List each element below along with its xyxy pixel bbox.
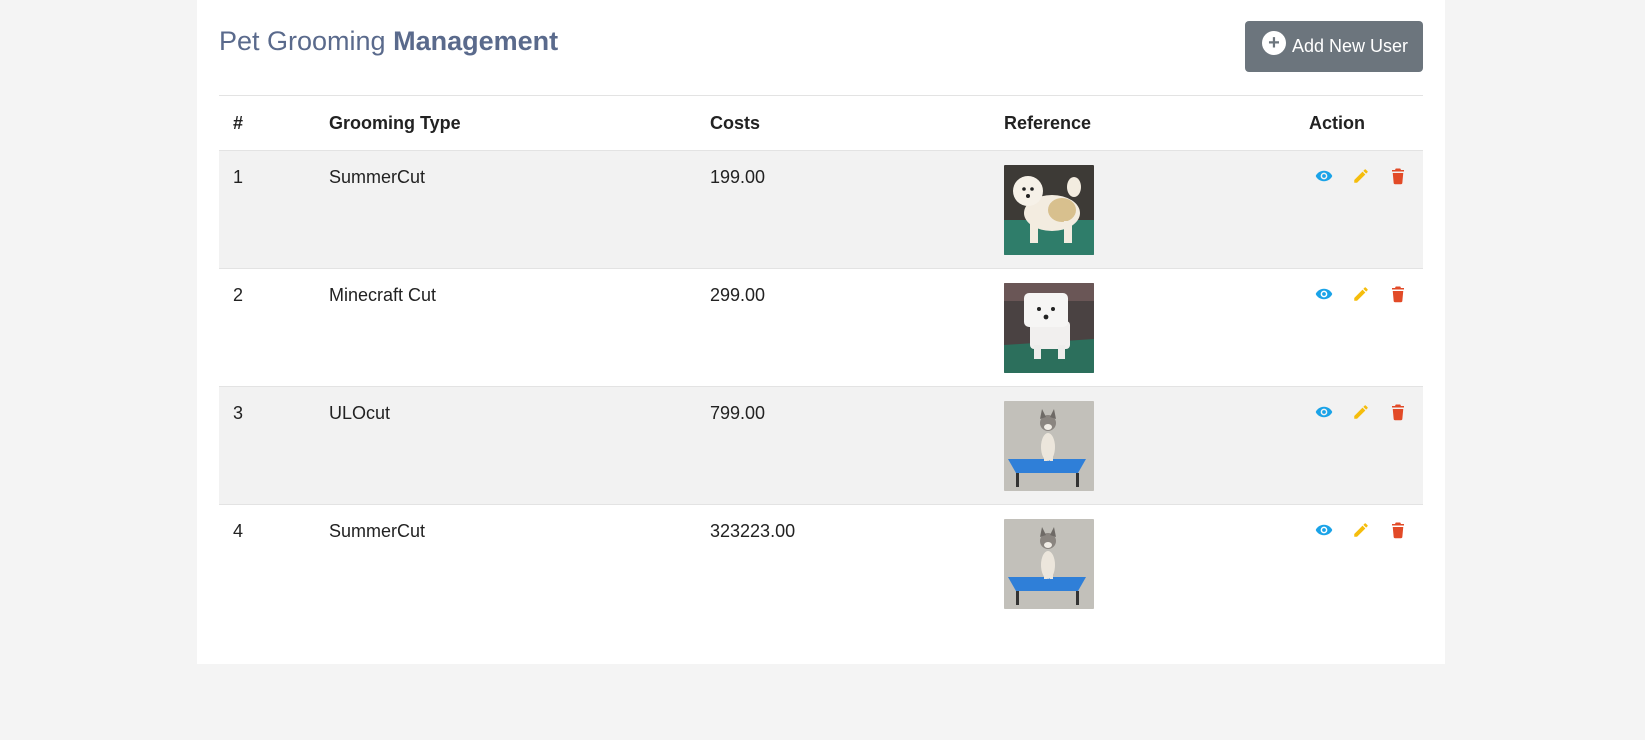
action-cell	[1295, 150, 1423, 269]
add-new-user-button[interactable]: + Add New User	[1244, 21, 1423, 72]
reference-cell	[990, 268, 1295, 387]
row-number: 1	[219, 150, 315, 269]
pencil-icon[interactable]	[1352, 521, 1370, 539]
action-cell	[1295, 268, 1423, 387]
main-card: Pet Grooming Management + Add New User #…	[197, 0, 1445, 664]
title-strong: Management	[393, 26, 559, 56]
trash-icon[interactable]	[1389, 521, 1407, 539]
table-row: 1 SummerCut 199.00	[219, 150, 1423, 269]
row-actions	[1309, 403, 1423, 421]
pencil-icon[interactable]	[1352, 285, 1370, 303]
column-header-costs: Costs	[710, 112, 761, 133]
cost: 799.00	[696, 386, 990, 505]
row-number: 2	[219, 268, 315, 387]
action-cell	[1295, 386, 1423, 505]
row-number: 4	[219, 504, 315, 623]
grooming-type: ULOcut	[315, 386, 696, 505]
cost: 323223.00	[696, 504, 990, 623]
reference-image[interactable]	[1004, 519, 1094, 609]
grooming-type: SummerCut	[315, 150, 696, 269]
trash-icon[interactable]	[1389, 403, 1407, 421]
grooming-type: Minecraft Cut	[315, 268, 696, 387]
add-new-user-label: Add New User	[1291, 36, 1408, 56]
pencil-icon[interactable]	[1352, 403, 1370, 421]
plus-circle-icon: +	[1261, 30, 1286, 55]
page-header: Pet Grooming Management + Add New User	[219, 0, 1423, 95]
row-actions	[1309, 167, 1423, 185]
column-header-number: #	[233, 112, 244, 133]
grooming-type: SummerCut	[315, 504, 696, 623]
eye-icon[interactable]	[1315, 521, 1333, 539]
table-row: 3 ULOcut 799.00	[219, 386, 1423, 505]
row-actions	[1309, 521, 1423, 539]
table-row: 2 Minecraft Cut 299.00	[219, 268, 1423, 387]
reference-image[interactable]	[1004, 401, 1094, 491]
title-light: Pet Grooming	[219, 26, 386, 56]
table-row: 4 SummerCut 323223.00	[219, 504, 1423, 623]
trash-icon[interactable]	[1389, 285, 1407, 303]
trash-icon[interactable]	[1389, 167, 1407, 185]
action-cell	[1295, 504, 1423, 623]
cost: 199.00	[696, 150, 990, 269]
row-number: 3	[219, 386, 315, 505]
reference-cell	[990, 386, 1295, 505]
table-header-row: # Grooming Type Costs Reference Action	[219, 95, 1423, 151]
reference-image[interactable]	[1004, 165, 1094, 255]
eye-icon[interactable]	[1315, 403, 1333, 421]
cost: 299.00	[696, 268, 990, 387]
column-header-grooming-type: Grooming Type	[329, 112, 461, 133]
eye-icon[interactable]	[1315, 167, 1333, 185]
reference-cell	[990, 504, 1295, 623]
eye-icon[interactable]	[1315, 285, 1333, 303]
pencil-icon[interactable]	[1352, 167, 1370, 185]
reference-cell	[990, 150, 1295, 269]
column-header-action: Action	[1309, 112, 1365, 133]
page-title: Pet Grooming Management	[219, 26, 558, 57]
grooming-table: # Grooming Type Costs Reference Action 1…	[219, 95, 1423, 623]
column-header-reference: Reference	[1004, 112, 1092, 133]
reference-image[interactable]	[1004, 283, 1094, 373]
row-actions	[1309, 285, 1423, 303]
